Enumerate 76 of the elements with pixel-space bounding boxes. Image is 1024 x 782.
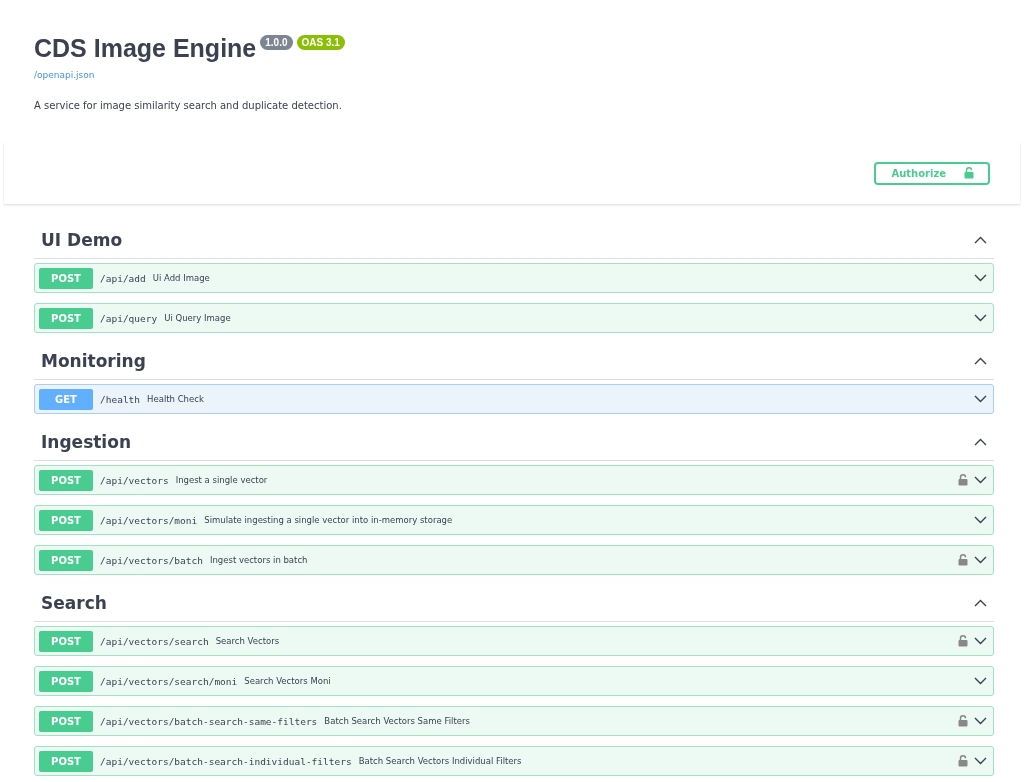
lock-icon — [958, 755, 968, 767]
chevron-up-icon — [974, 438, 987, 446]
method-badge: POST — [39, 710, 93, 732]
chevron-up-icon — [974, 357, 987, 365]
lock-icon — [964, 167, 974, 179]
method-badge: POST — [39, 307, 93, 329]
chevron-down-icon — [974, 395, 987, 403]
endpoint-path: /api/vectors/batch-search-individual-filters — [100, 755, 352, 767]
endpoint-path: /api/vectors/search/moni — [100, 675, 238, 687]
chevron-down-icon — [974, 757, 987, 765]
spec-link[interactable]: /openapi.json — [34, 70, 95, 80]
section-title: Search — [41, 593, 107, 613]
endpoint-summary: Simulate ingesting a single vector into in-memory storage — [204, 515, 454, 525]
chevron-down-icon — [974, 717, 987, 725]
lock-icon — [958, 635, 968, 647]
method-badge: POST — [39, 267, 93, 289]
collapse-button[interactable] — [974, 599, 987, 607]
method-badge: POST — [39, 469, 93, 491]
lock-icon — [958, 474, 968, 486]
method-badge: POST — [39, 549, 93, 571]
operation-row[interactable]: POST /api/vectors/search Search Vectors — [34, 626, 994, 656]
operation-row[interactable]: POST /api/add Ui Add Image — [34, 263, 994, 293]
section-header[interactable]: Ingestion — [34, 424, 994, 461]
operation-row[interactable]: POST /api/vectors Ingest a single vector — [34, 465, 994, 495]
endpoint-summary: Search Vectors — [215, 636, 281, 646]
chevron-down-icon — [974, 637, 987, 645]
operation-row[interactable]: POST /api/vectors/batch Ingest vectors in batch — [34, 545, 994, 575]
endpoint-summary: Batch Search Vectors Individual Filters — [358, 756, 523, 766]
oas-badge: OAS 3.1 — [296, 35, 345, 50]
endpoint-path: /api/add — [100, 272, 146, 284]
endpoint-path: /api/vectors/moni — [100, 514, 198, 526]
endpoint-summary: Health Check — [147, 394, 205, 404]
endpoint-path: /health — [100, 393, 141, 405]
operation-row[interactable]: POST /api/vectors/moni Simulate ingesting a single vector into in-memory storage — [34, 505, 994, 535]
section-title: Monitoring — [41, 351, 146, 371]
operation-row[interactable]: POST /api/vectors/batch-search-individual-filters Batch Search Vectors Individual Filters — [34, 746, 994, 776]
operation-row[interactable]: POST /api/query Ui Query Image — [34, 303, 994, 333]
chevron-down-icon — [974, 677, 987, 685]
operation-row[interactable]: POST /api/vectors/batch-search-same-filters Batch Search Vectors Same Filters — [34, 706, 994, 736]
operation-row[interactable]: POST /api/vectors/search/moni Search Vectors Moni — [34, 666, 994, 696]
chevron-down-icon — [974, 476, 987, 484]
api-title: CDS Image Engine — [34, 34, 257, 63]
endpoint-summary: Ingest vectors in batch — [209, 555, 309, 565]
chevron-up-icon — [974, 236, 987, 244]
collapse-button[interactable] — [974, 438, 987, 446]
method-badge: POST — [39, 670, 93, 692]
chevron-down-icon — [974, 274, 987, 282]
endpoint-path: /api/vectors/batch — [100, 554, 203, 566]
endpoint-summary: Ingest a single vector — [175, 475, 269, 485]
collapse-button[interactable] — [974, 357, 987, 365]
section-header[interactable]: UI Demo — [34, 222, 994, 259]
endpoint-summary: Batch Search Vectors Same Filters — [324, 716, 471, 726]
chevron-up-icon — [974, 599, 987, 607]
chevron-down-icon — [974, 314, 987, 322]
section-header[interactable]: Monitoring — [34, 343, 994, 380]
method-badge: POST — [39, 750, 93, 772]
endpoint-summary: Ui Query Image — [164, 313, 232, 323]
method-badge: POST — [39, 630, 93, 652]
lock-icon — [958, 554, 968, 566]
endpoint-summary: Search Vectors Moni — [244, 676, 332, 686]
method-badge: POST — [39, 509, 93, 531]
chevron-down-icon — [974, 556, 987, 564]
collapse-button[interactable] — [974, 236, 987, 244]
section-header[interactable]: Search — [34, 585, 994, 622]
endpoint-summary: Ui Add Image — [152, 273, 211, 283]
endpoint-path: /api/query — [100, 312, 158, 324]
version-badge: 1.0.0 — [260, 35, 293, 50]
endpoint-path: /api/vectors/search — [100, 635, 209, 647]
endpoint-path: /api/vectors/batch-search-same-filters — [100, 715, 318, 727]
endpoint-path: /api/vectors — [100, 474, 169, 486]
lock-icon — [958, 715, 968, 727]
section-title: UI Demo — [41, 230, 123, 250]
chevron-down-icon — [974, 516, 987, 524]
method-badge: GET — [39, 388, 93, 410]
section-title: Ingestion — [41, 432, 131, 452]
api-description: A service for image similarity search and duplicate detection. — [34, 100, 343, 111]
